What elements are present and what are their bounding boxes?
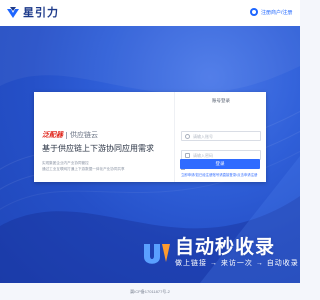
product-headline: 基于供应链上下游协同应用需求 bbox=[42, 144, 154, 153]
watermark-title: 自动秒收录 bbox=[175, 237, 276, 258]
password-input[interactable] bbox=[193, 152, 259, 158]
watermark-subtitle: 做上链接 → 来访一次 → 自动收录 bbox=[175, 260, 299, 267]
product-description-line-1: 实现集团企业内产业协同管控 bbox=[42, 161, 89, 165]
username-input[interactable] bbox=[193, 133, 259, 139]
user-icon bbox=[185, 133, 190, 139]
top-navigation-bar: 星引力 注册商户/注册 bbox=[0, 0, 300, 26]
product-brand: 泛配器 供应链云 bbox=[42, 130, 98, 140]
star-logo-icon bbox=[7, 7, 19, 18]
brand-name-red: 泛配器 bbox=[42, 132, 63, 139]
user-icon bbox=[250, 8, 258, 16]
merchant-register-label: 注册商户/注册 bbox=[261, 9, 293, 16]
logo-text: 星引力 bbox=[23, 7, 59, 19]
merchant-register-link[interactable]: 注册商户/注册 bbox=[250, 8, 292, 16]
product-intro-panel: 泛配器 供应链云 基于供应链上下游协同应用需求 实现集团企业内产业协同管控 通过… bbox=[34, 92, 174, 182]
register-tip-link[interactable]: 立即申请/如已经注册账号请直接登录/点击申请注册 bbox=[181, 172, 257, 177]
watermark-text: 自动秒收录 做上链接 → 来访一次 → 自动收录 bbox=[175, 238, 299, 268]
icp-record-link[interactable]: 冀ICP备17011877号-2 bbox=[0, 289, 300, 295]
product-description-line-2: 通过工业互联网打通上下游数据一体化产业协同共享 bbox=[42, 167, 125, 171]
login-button[interactable]: 登录 bbox=[180, 159, 260, 169]
brand-divider bbox=[66, 131, 67, 139]
lock-icon bbox=[185, 152, 190, 158]
login-title: 账号登录 bbox=[212, 98, 230, 103]
brand-name-gray: 供应链云 bbox=[70, 132, 98, 139]
watermark: 自动秒收录 做上链接 → 来访一次 → 自动收录 bbox=[140, 238, 299, 268]
site-logo[interactable]: 星引力 bbox=[6, 4, 59, 20]
username-field[interactable] bbox=[181, 131, 261, 141]
watermark-logo-icon bbox=[144, 244, 170, 264]
page-footer: 冀ICP备17011877号-2 bbox=[0, 283, 300, 300]
